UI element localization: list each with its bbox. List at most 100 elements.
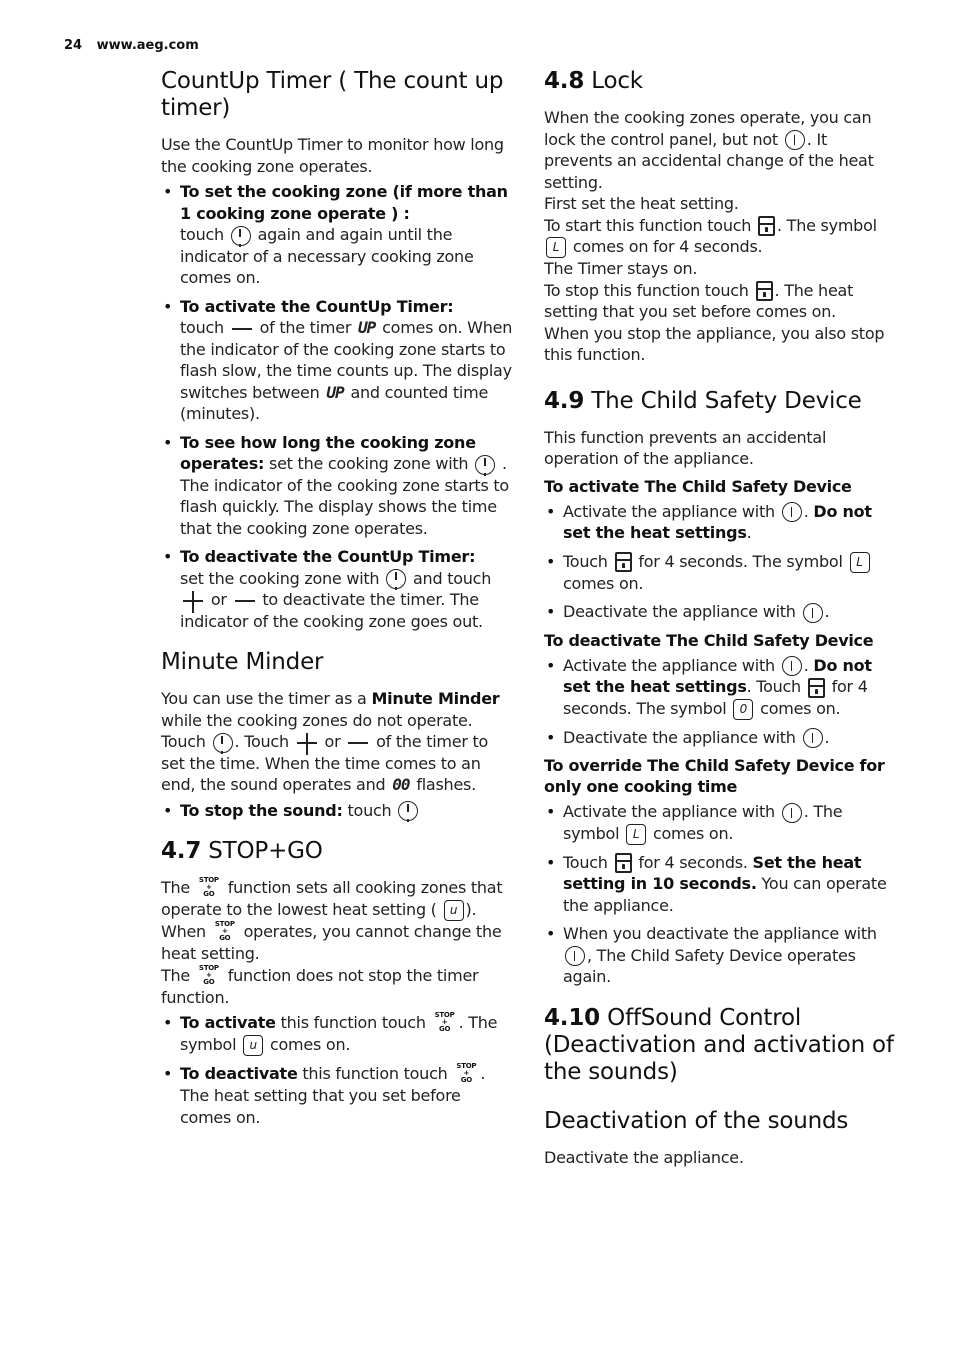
list-item: To see how long the cooking zone operate…	[161, 432, 515, 540]
lock-icon	[807, 677, 825, 698]
lock-symbol-l-icon: L	[849, 551, 870, 573]
minute-minder-section: Minute Minder You can use the timer as a…	[161, 649, 515, 822]
list-item: To deactivate this function touch STOP+G…	[161, 1063, 515, 1128]
stop-go-section: 4.7 STOP+GO The STOP + GO function sets al…	[161, 838, 515, 1128]
text: flashes.	[416, 775, 476, 794]
activate-list: Activate the appliance with . Do not set…	[544, 501, 898, 623]
text: for 4 seconds. The symbol	[638, 551, 843, 571]
text: of the timer	[259, 318, 352, 337]
lock-symbol-l-icon: L	[546, 237, 566, 258]
section-number: 4.7	[161, 838, 202, 864]
text: .	[803, 655, 809, 675]
power-icon	[784, 130, 805, 150]
text: for 4 seconds.	[638, 852, 748, 872]
list-item: To stop the sound: touch	[161, 800, 515, 822]
power-icon	[781, 502, 802, 522]
lock-icon	[614, 552, 632, 572]
minute-minder-title: Minute Minder	[161, 649, 324, 675]
lock-title: 4.8 Lock	[544, 68, 898, 95]
text: , The Child Safety Device operates again…	[563, 945, 856, 987]
text: comes on.	[269, 1035, 351, 1054]
lock-text: When the cooking zones operate, you can …	[544, 107, 898, 366]
stop-go-list: To activate this function touch STOP+GO.…	[161, 1012, 515, 1128]
offsound-text: Deactivate the appliance.	[544, 1147, 744, 1167]
list-item: When you deactivate the appliance with ,…	[544, 923, 898, 988]
stop-go-icon: STOP + GO	[214, 920, 235, 942]
override-list: Activate the appliance with . The symbol…	[544, 801, 898, 988]
timer-icon	[386, 569, 407, 590]
stop-go-title: 4.7 STOP+GO	[161, 838, 515, 865]
text: When you deactivate the appliance with	[563, 924, 877, 943]
power-icon	[802, 728, 823, 748]
section-title: STOP+GO	[208, 838, 323, 864]
bullet-heading: To deactivate the CountUp Timer:	[180, 547, 476, 566]
section-number: 4.9	[544, 387, 585, 414]
text: operates, you cannot change the heat set…	[161, 922, 502, 963]
text: Touch	[563, 852, 608, 872]
stop-go-icon: STOP + GO	[198, 876, 219, 898]
countup-intro: Use the CountUp Timer to monitor how lon…	[161, 135, 504, 176]
list-item: Touch for 4 seconds. Set the heat settin…	[544, 852, 898, 917]
text: comes on.	[760, 698, 841, 718]
text: . The symbol	[777, 215, 877, 235]
activate-heading: To activate The Child Safety Device	[544, 476, 852, 496]
deactivate-list: Activate the appliance with . Do not set…	[544, 655, 898, 748]
child-safety-section: 4.9 The Child Safety Device This functio…	[544, 388, 898, 988]
text: .	[824, 602, 830, 621]
bold-text: Minute Minder	[371, 689, 500, 708]
text: . Touch	[746, 677, 802, 696]
timer-icon	[398, 801, 419, 822]
text: comes on for 4 seconds.	[572, 237, 763, 256]
left-column: CountUp Timer ( The count up timer) Use …	[161, 68, 515, 1135]
text: set the cooking zone with	[269, 454, 469, 473]
stop-go-icon: STOP + GO	[434, 1011, 455, 1033]
zero-display-icon: 00	[392, 775, 410, 794]
right-column: 4.8 Lock When the cooking zones operate,…	[544, 68, 898, 1168]
text: .	[746, 523, 752, 542]
text: The Timer stays on.	[544, 259, 698, 278]
heat-setting-u-icon: u	[243, 1035, 264, 1056]
text: Touch	[563, 551, 608, 571]
override-heading: To override The Child Safety Device for …	[544, 756, 885, 796]
minus-icon	[234, 599, 255, 602]
stop-go-icon: STOP + GO	[456, 1062, 477, 1084]
offsound-title: 4.10 OffSound Control (Deactivation and …	[544, 1005, 898, 1086]
text: Deactivate the appliance with	[563, 727, 796, 747]
bullet-heading: To activate	[180, 1013, 276, 1032]
text: or	[324, 732, 341, 751]
text: Activate the appliance with	[563, 802, 775, 821]
deactivation-sounds-title: Deactivation of the sounds	[544, 1107, 849, 1134]
lock-icon	[755, 281, 773, 301]
child-safety-intro: This function prevents an accidental ope…	[544, 427, 827, 469]
stop-go-icon: STOP + GO	[198, 963, 219, 986]
list-item: To set the cooking zone (if more than 1 …	[161, 181, 515, 289]
timer-icon	[475, 454, 496, 476]
text: touch	[347, 800, 392, 820]
website-link[interactable]: www.aeg.com	[97, 38, 199, 53]
minus-icon	[348, 741, 369, 744]
list-item: To activate the CountUp Timer: touch of …	[161, 296, 515, 425]
text: again and again until the indicator of a…	[180, 225, 474, 287]
section-number: 4.8	[544, 68, 585, 94]
minute-minder-list: To stop the sound: touch	[161, 800, 515, 822]
text: When	[161, 922, 206, 941]
section-title: Lock	[591, 68, 643, 94]
list-item: Activate the appliance with . Do not set…	[544, 655, 898, 720]
list-item: Activate the appliance with . Do not set…	[544, 501, 898, 544]
list-item: Activate the appliance with . The symbol…	[544, 801, 898, 845]
text: To stop this function touch	[544, 280, 749, 300]
countup-timer-section: CountUp Timer ( The count up timer) Use …	[161, 68, 515, 632]
heat-setting-u-icon: u	[443, 900, 464, 921]
text: The	[161, 965, 191, 985]
up-display-icon: UP	[358, 318, 376, 337]
section-number: 4.10	[544, 1004, 600, 1031]
list-item: Deactivate the appliance with .	[544, 727, 898, 748]
text: touch	[180, 318, 224, 337]
text: this function touch	[280, 1013, 426, 1032]
section-title: The Child Safety Device	[591, 387, 862, 414]
text: Deactivate the appliance with	[563, 602, 796, 621]
list-item: To activate this function touch STOP+GO.…	[161, 1012, 515, 1056]
text: .	[803, 501, 809, 521]
text: First set the heat setting.	[544, 194, 739, 213]
text: and touch	[413, 568, 492, 588]
